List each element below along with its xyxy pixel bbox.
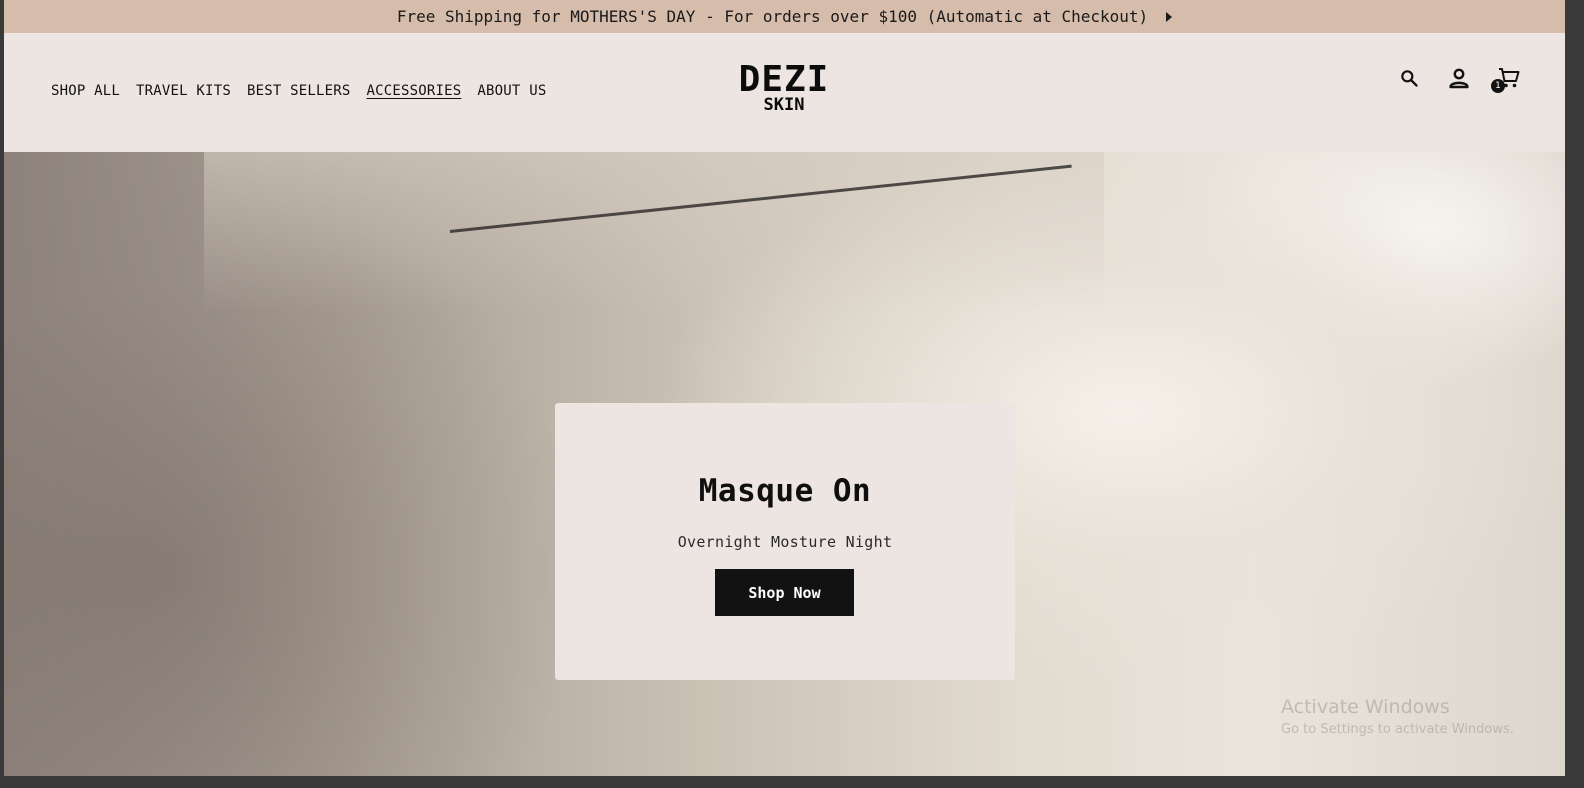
caret-right-icon[interactable] <box>1166 11 1173 22</box>
activate-windows-title: Activate Windows <box>1281 696 1450 718</box>
search-icon <box>1401 70 1418 87</box>
hero-subtitle: Overnight Mosture Night <box>677 533 893 551</box>
nav-item-travel-kits[interactable]: TRAVEL KITS <box>136 83 231 99</box>
cart-count-badge: 1 <box>1491 79 1505 93</box>
account-button[interactable] <box>1447 66 1471 90</box>
hero-card: Masque On Overnight Mosture Night Shop N… <box>555 403 1015 680</box>
nav-item-about-us[interactable]: ABOUT US <box>477 83 546 99</box>
search-button[interactable] <box>1397 66 1421 90</box>
announcement-bar[interactable]: Free Shipping for MOTHERS'S DAY - For or… <box>4 0 1565 33</box>
account-icon <box>1449 68 1469 89</box>
nav-item-accessories[interactable]: ACCESSORIES <box>367 83 462 99</box>
cart-button[interactable]: 1 <box>1491 66 1521 93</box>
main-nav: SHOP ALL TRAVEL KITS BEST SELLERS ACCESS… <box>51 83 546 99</box>
shop-now-button[interactable]: Shop Now <box>715 569 854 616</box>
activate-windows-subtitle: Go to Settings to activate Windows. <box>1281 722 1514 737</box>
hero-title: Masque On <box>698 473 872 509</box>
page-frame: Free Shipping for MOTHERS'S DAY - For or… <box>4 0 1565 776</box>
nav-item-best-sellers[interactable]: BEST SELLERS <box>247 83 351 99</box>
announcement-text[interactable]: Free Shipping for MOTHERS'S DAY - For or… <box>397 7 1148 26</box>
nav-item-shop-all[interactable]: SHOP ALL <box>51 83 120 99</box>
logo-line-1: DEZI <box>738 59 830 100</box>
header-icons: 1 <box>1397 66 1521 93</box>
hero-banner: Masque On Overnight Mosture Night Shop N… <box>4 152 1565 776</box>
